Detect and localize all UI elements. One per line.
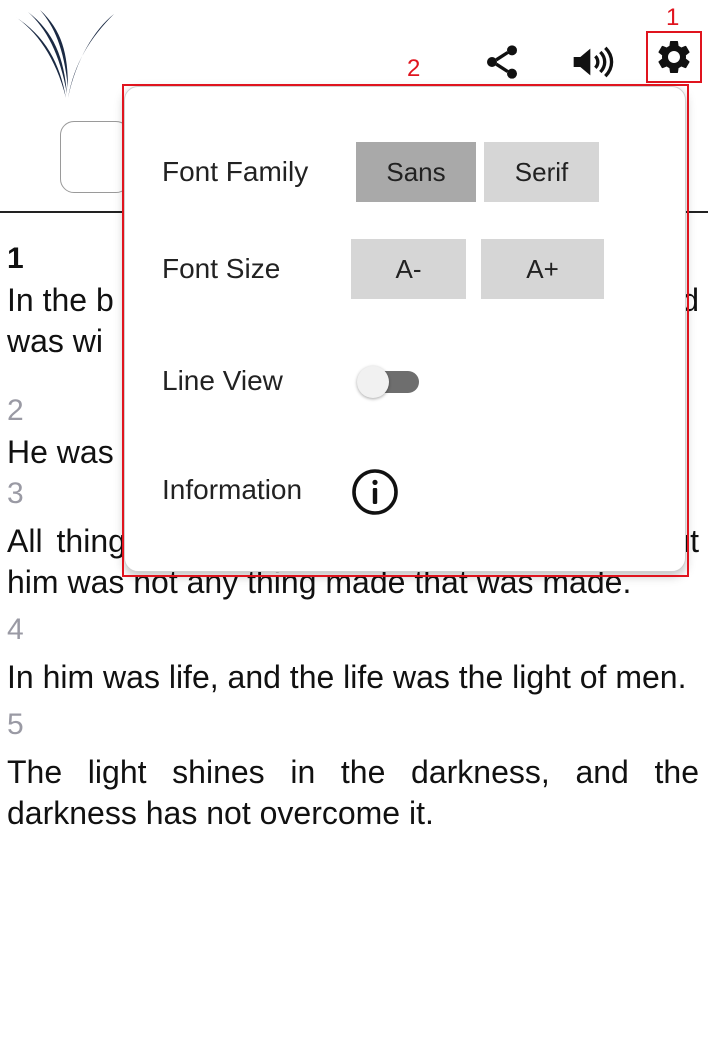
font-family-label: Font Family	[162, 156, 309, 187]
settings-button[interactable]	[648, 32, 700, 82]
line-view-toggle[interactable]	[357, 366, 419, 398]
share-icon	[487, 45, 517, 79]
verse-text: The light shines in the darkness, and th…	[7, 754, 699, 831]
font-size-decrease-button[interactable]: A-	[351, 239, 466, 299]
gear-icon	[658, 40, 690, 73]
font-family-serif-button[interactable]: Serif	[484, 142, 599, 202]
app-logo	[14, 10, 114, 98]
volume-icon	[573, 46, 614, 78]
settings-popup: Font Family Sans Serif Font Size A- A+ L…	[124, 86, 686, 572]
font-family-sans-button[interactable]: Sans	[356, 142, 476, 202]
font-size-label: Font Size	[162, 253, 281, 284]
verse-number: 5	[7, 708, 24, 741]
info-icon[interactable]	[351, 468, 399, 516]
gear-marker-label: 1	[666, 4, 680, 31]
verse-text: In him was life, and the life was the li…	[7, 659, 687, 695]
line-view-label: Line View	[162, 365, 283, 396]
share-button[interactable]	[478, 38, 526, 86]
verse-number: 4	[7, 613, 24, 646]
font-size-increase-button[interactable]: A+	[481, 239, 604, 299]
information-label: Information	[162, 474, 303, 505]
popup-marker-label: 2	[407, 55, 421, 82]
toggle-thumb	[357, 366, 389, 398]
search-input[interactable]	[60, 121, 130, 193]
audio-button[interactable]	[566, 38, 618, 86]
